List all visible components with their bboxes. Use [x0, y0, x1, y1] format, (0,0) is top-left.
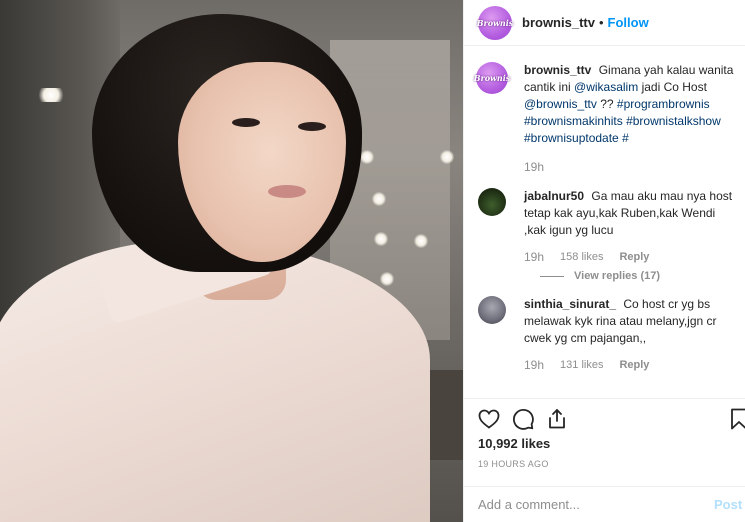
- caption-hashtag[interactable]: #brownistalkshow: [626, 114, 721, 128]
- comment-likes[interactable]: 158 likes: [560, 249, 603, 266]
- header-username[interactable]: brownis_ttv: [522, 15, 595, 30]
- comment-username[interactable]: sinthia_sinurat_: [524, 297, 616, 311]
- comment-icon[interactable]: [510, 406, 536, 432]
- post-panel: Brownis brownis_ttv • Follow Brownis bro…: [463, 0, 745, 522]
- follow-button[interactable]: Follow: [608, 15, 649, 30]
- caption-text-part: jadi Co Host: [641, 80, 707, 94]
- caption-hashtag[interactable]: #: [622, 131, 629, 145]
- comment-text: jabalnur50 Ga mau aku mau nya host tetap…: [524, 188, 736, 239]
- caption-avatar[interactable]: Brownis: [473, 62, 511, 94]
- caption-meta: 19h: [524, 159, 736, 176]
- comment-row: jabalnur50 Ga mau aku mau nya host tetap…: [476, 188, 745, 266]
- caption-text-part: ??: [600, 97, 614, 111]
- photo-eye-right: [298, 122, 326, 131]
- photo-light-bulb: [374, 232, 388, 246]
- caption-username[interactable]: brownis_ttv: [524, 63, 591, 77]
- comment-avatar-wrap: [478, 296, 508, 324]
- photo-eye-left: [232, 118, 260, 127]
- header-separator: •: [598, 15, 604, 30]
- caption-row: Brownis brownis_ttv Gimana yah kalau wan…: [474, 62, 745, 176]
- caption-hashtag[interactable]: #brownisuptodate: [524, 131, 619, 145]
- reply-button[interactable]: Reply: [619, 249, 649, 266]
- comment-avatar[interactable]: [478, 296, 506, 324]
- caption-hashtag[interactable]: #programbrownis: [617, 97, 710, 111]
- caption-text: brownis_ttv Gimana yah kalau wanita cant…: [524, 62, 736, 147]
- comment-avatar[interactable]: [478, 188, 506, 216]
- photo-light-bulb: [360, 150, 374, 164]
- view-replies-line: [540, 275, 564, 277]
- photo-light-bulb: [414, 234, 428, 248]
- comment-meta: 19h 131 likes Reply: [524, 357, 736, 374]
- comment-input[interactable]: [478, 497, 708, 512]
- comment-text: sinthia_sinurat_ Co host cr yg bs melawa…: [524, 296, 736, 347]
- photo-ceiling-light: [36, 88, 66, 102]
- comment-avatar-wrap: [478, 188, 508, 216]
- comment-body: jabalnur50 Ga mau aku mau nya host tetap…: [524, 188, 736, 266]
- comments-list[interactable]: Brownis brownis_ttv Gimana yah kalau wan…: [464, 62, 745, 392]
- photo-light-bulb: [440, 150, 454, 164]
- view-replies-label[interactable]: View replies (17): [574, 270, 660, 282]
- bookmark-icon[interactable]: [726, 406, 745, 432]
- likes-count[interactable]: 10,992 likes: [478, 436, 550, 451]
- caption-hashtag[interactable]: #brownismakinhits: [524, 114, 623, 128]
- caption-mention[interactable]: @brownis_ttv: [524, 97, 597, 111]
- header-avatar[interactable]: Brownis: [476, 5, 514, 40]
- action-bar: [464, 398, 745, 438]
- caption-time[interactable]: 19h: [524, 159, 544, 176]
- avatar-logo-text: Brownis: [476, 17, 514, 28]
- view-replies[interactable]: View replies (17): [540, 270, 745, 282]
- add-comment-bar: Post: [464, 486, 745, 522]
- post-timestamp[interactable]: 19 HOURS AGO: [478, 459, 549, 469]
- comment-time[interactable]: 19h: [524, 249, 544, 266]
- share-icon[interactable]: [544, 406, 570, 432]
- caption-avatar-wrap: Brownis: [473, 62, 511, 94]
- photo-light-bulb: [380, 272, 394, 286]
- comment-meta: 19h 158 likes Reply: [524, 249, 736, 266]
- comment-body: sinthia_sinurat_ Co host cr yg bs melawa…: [524, 296, 736, 374]
- comment-username[interactable]: jabalnur50: [524, 189, 584, 203]
- post-photo[interactable]: [0, 0, 463, 522]
- reply-button[interactable]: Reply: [619, 357, 649, 374]
- photo-lips: [268, 185, 306, 198]
- post-header: Brownis brownis_ttv • Follow: [464, 0, 745, 46]
- post-comment-button[interactable]: Post: [714, 497, 742, 512]
- comment-row: sinthia_sinurat_ Co host cr yg bs melawa…: [476, 296, 745, 374]
- avatar-logo-text: Brownis: [473, 73, 511, 83]
- caption-body: brownis_ttv Gimana yah kalau wanita cant…: [524, 62, 736, 176]
- caption-mention[interactable]: @wikasalim: [574, 80, 638, 94]
- comment-time[interactable]: 19h: [524, 357, 544, 374]
- photo-light-bulb: [372, 192, 386, 206]
- heart-icon[interactable]: [476, 406, 502, 432]
- comment-likes[interactable]: 131 likes: [560, 357, 603, 374]
